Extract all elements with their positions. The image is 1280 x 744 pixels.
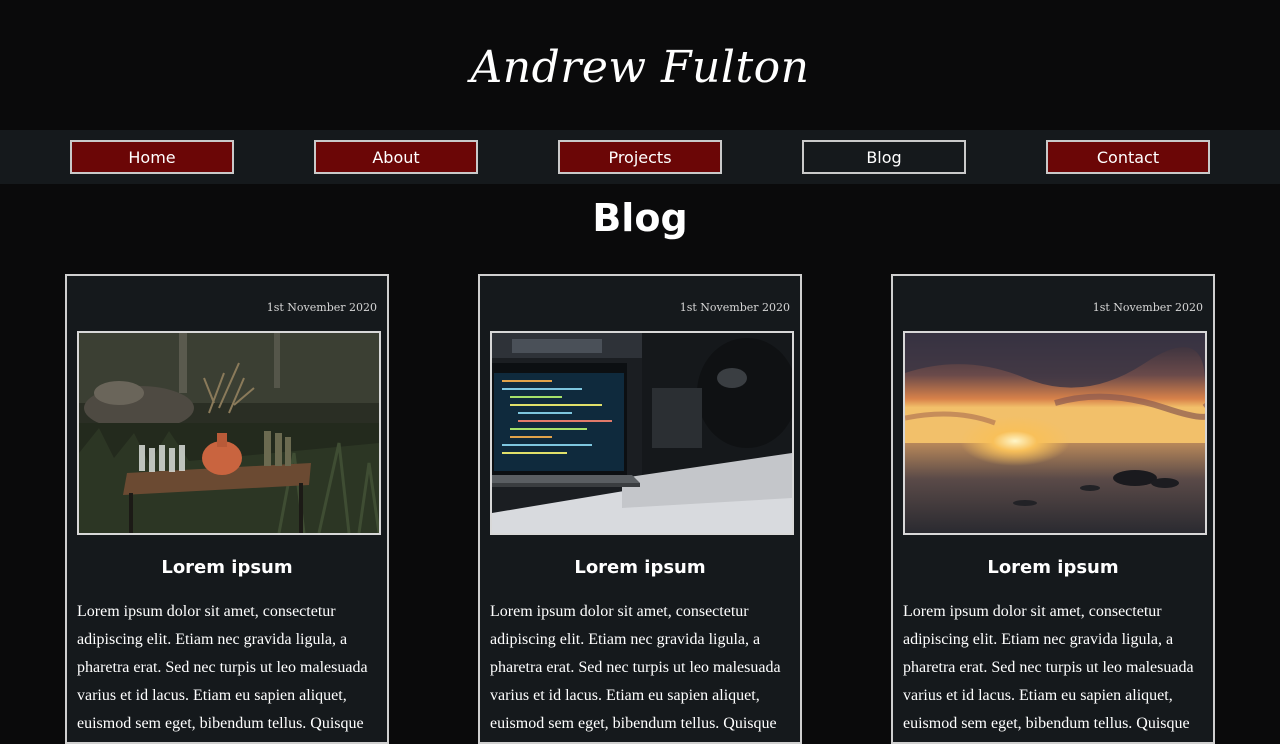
post-date: 1st November 2020 — [1092, 301, 1203, 314]
nav-about-button[interactable]: About — [314, 140, 478, 174]
garden-table-vase-photo — [79, 333, 379, 533]
post-title[interactable]: Lorem ipsum — [480, 557, 800, 578]
page-title: Blog — [592, 196, 688, 240]
blog-post-card[interactable]: 1st November 2020 Lorem ipsum Lorem ipsu… — [891, 274, 1215, 744]
nav-projects-button[interactable]: Projects — [558, 140, 722, 174]
post-date: 1st November 2020 — [266, 301, 377, 314]
post-image[interactable] — [490, 331, 794, 535]
post-title[interactable]: Lorem ipsum — [67, 557, 387, 578]
post-image[interactable] — [77, 331, 381, 535]
nav-blog-button[interactable]: Blog — [802, 140, 966, 174]
site-header: Andrew Fulton — [0, 0, 1280, 130]
laptop-code-photo — [492, 333, 792, 533]
navbar: Home About Projects Blog Contact — [0, 130, 1280, 184]
nav-contact-button[interactable]: Contact — [1046, 140, 1210, 174]
post-excerpt: Lorem ipsum dolor sit amet, consectetur … — [490, 603, 781, 732]
post-title[interactable]: Lorem ipsum — [893, 557, 1213, 578]
blog-post-card[interactable]: 1st November 2020 Lorem ipsum Lorem ipsu… — [478, 274, 802, 744]
post-image[interactable] — [903, 331, 1207, 535]
site-title[interactable]: Andrew Fulton — [471, 42, 810, 93]
post-excerpt: Lorem ipsum dolor sit amet, consectetur … — [77, 603, 368, 732]
blog-post-card[interactable]: 1st November 2020 Lorem ipsum Lorem ipsu… — [65, 274, 389, 744]
post-excerpt: Lorem ipsum dolor sit amet, consectetur … — [903, 603, 1194, 732]
sunset-sea-photo — [905, 333, 1205, 533]
nav-home-button[interactable]: Home — [70, 140, 234, 174]
post-date: 1st November 2020 — [679, 301, 790, 314]
